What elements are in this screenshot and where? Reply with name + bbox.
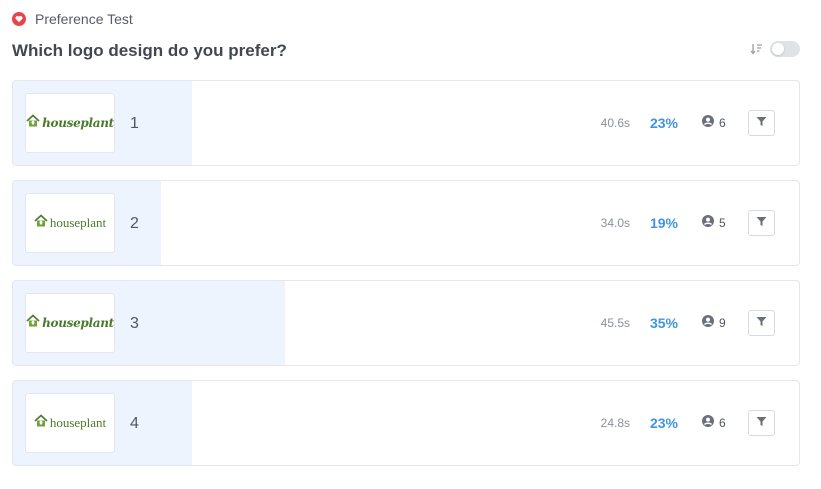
option-metrics: 40.6s 23% 6 — [590, 110, 775, 136]
voter-count-group: 6 — [702, 414, 728, 432]
voter-count-group: 5 — [702, 214, 728, 232]
toggle-knob — [772, 43, 784, 55]
option-number: 1 — [130, 115, 139, 132]
user-icon — [702, 214, 714, 232]
option-number: 2 — [130, 215, 139, 232]
logo-wordmark: houseplant — [42, 116, 114, 130]
sort-controls — [750, 41, 800, 57]
logo-wordmark: houseplant — [49, 415, 107, 430]
logo-wordmark: houseplant — [49, 215, 107, 230]
option-row[interactable]: houseplant 3 45.5s 35% 9 — [12, 280, 800, 366]
logo-thumbnail[interactable]: houseplant — [25, 193, 115, 253]
filter-button[interactable] — [748, 110, 775, 136]
logo-wordmark: houseplant — [42, 316, 114, 330]
vote-percentage: 19% — [649, 215, 678, 231]
options-list: houseplant 1 40.6s 23% 6 houseplant 2 34.0s 19% 5… — [12, 80, 800, 480]
average-time: 34.0s — [600, 216, 630, 230]
option-row[interactable]: houseplant 1 40.6s 23% 6 — [12, 80, 800, 166]
option-row[interactable]: houseplant 2 34.0s 19% 5 — [12, 180, 800, 266]
option-metrics: 34.0s 19% 5 — [590, 210, 775, 236]
test-type-label: Preference Test — [35, 11, 133, 27]
voter-count: 9 — [719, 316, 726, 330]
filter-button[interactable] — [748, 410, 775, 436]
logo-thumbnail[interactable]: houseplant — [25, 293, 115, 353]
house-leaf-icon — [26, 113, 40, 133]
filter-icon — [756, 414, 767, 432]
logo-thumbnail[interactable]: houseplant — [25, 393, 115, 453]
voter-count-group: 6 — [702, 114, 728, 132]
sort-icon[interactable] — [750, 42, 764, 56]
filter-icon — [756, 114, 767, 132]
voter-count: 5 — [719, 216, 726, 230]
filter-button[interactable] — [748, 310, 775, 336]
test-header: Preference Test — [12, 10, 133, 28]
voter-count: 6 — [719, 116, 726, 130]
heart-icon — [12, 12, 26, 26]
option-metrics: 24.8s 23% 6 — [590, 410, 775, 436]
logo-thumbnail[interactable]: houseplant — [25, 93, 115, 153]
user-icon — [702, 414, 714, 432]
house-leaf-icon — [26, 313, 40, 333]
vote-percentage: 23% — [649, 115, 678, 131]
house-leaf-icon — [34, 413, 48, 433]
option-number: 3 — [130, 315, 139, 332]
user-icon — [702, 314, 714, 332]
option-number: 4 — [130, 415, 139, 432]
option-metrics: 45.5s 35% 9 — [590, 310, 775, 336]
filter-icon — [756, 314, 767, 332]
voter-count: 6 — [719, 416, 726, 430]
house-leaf-icon — [34, 213, 48, 233]
option-row[interactable]: houseplant 4 24.8s 23% 6 — [12, 380, 800, 466]
question-title: Which logo design do you prefer? — [12, 41, 287, 60]
vote-percentage: 35% — [649, 315, 678, 331]
average-time: 40.6s — [600, 116, 630, 130]
voter-count-group: 9 — [702, 314, 728, 332]
user-icon — [702, 114, 714, 132]
vote-percentage: 23% — [649, 415, 678, 431]
average-time: 45.5s — [600, 316, 630, 330]
average-time: 24.8s — [600, 416, 630, 430]
sort-toggle[interactable] — [770, 41, 800, 57]
filter-icon — [756, 214, 767, 232]
filter-button[interactable] — [748, 210, 775, 236]
